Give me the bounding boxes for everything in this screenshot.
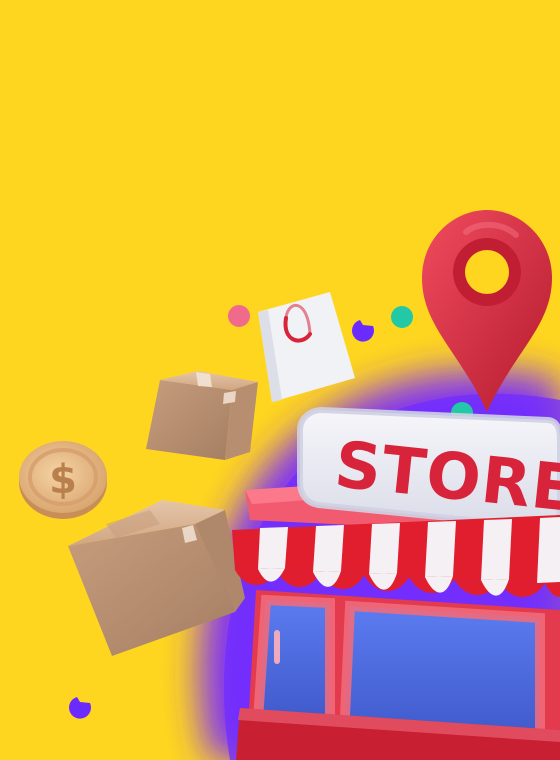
pink-dot: [228, 305, 250, 327]
promo-illustration: $ STORE: [0, 0, 560, 760]
package-box-icon: [146, 371, 258, 460]
coin-symbol: $: [49, 457, 77, 503]
dollar-coin-icon: $: [19, 441, 107, 519]
illustration-svg: $ STORE: [0, 0, 560, 760]
store-sign: STORE: [297, 406, 560, 531]
door-handle: [274, 630, 280, 664]
teal-dot: [391, 306, 413, 328]
